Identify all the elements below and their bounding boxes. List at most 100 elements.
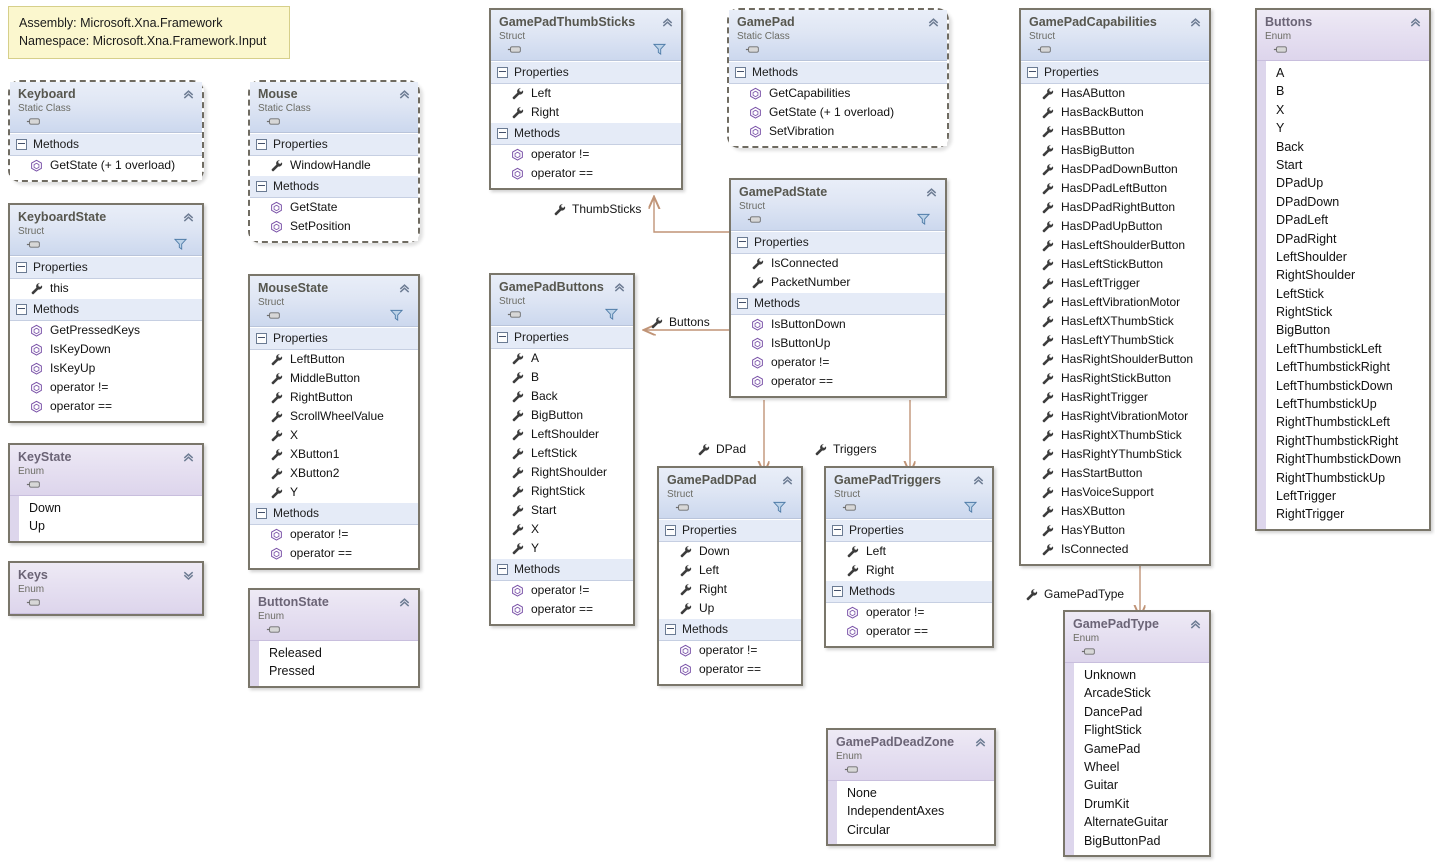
class-node-buttons[interactable]: Buttons Enum A B X Y Back Start DPadUp DPadDown DP… [1255,8,1431,531]
member-row[interactable]: operator == [250,544,418,563]
collapse-up-icon[interactable] [398,282,411,295]
member-row[interactable]: GetState [250,198,418,217]
collapse-up-icon[interactable] [182,451,195,464]
member-row[interactable]: this [10,279,202,298]
member-row[interactable]: Up [659,599,801,618]
member-row[interactable]: IsButtonDown [731,315,945,334]
group-header-methods[interactable]: Methods [250,175,418,198]
member-row[interactable]: RightButton [250,388,418,407]
member-row[interactable]: HasRightShoulderButton [1021,350,1209,369]
member-row[interactable]: A [491,349,633,368]
enum-value[interactable]: LeftShoulder [1266,248,1423,266]
collapse-box-icon[interactable] [665,524,676,536]
enum-value[interactable]: GamePad [1074,740,1203,758]
class-node-game-pad-thumb-sticks[interactable]: GamePadThumbSticks Struct Properties Left Ri… [489,8,683,190]
member-row[interactable]: HasRightVibrationMotor [1021,407,1209,426]
class-node-game-pad-state[interactable]: GamePadState Struct Properties IsConnected P… [729,178,947,398]
member-row[interactable]: operator == [826,622,992,641]
group-header-properties[interactable]: Properties [659,519,801,542]
class-node-mouse[interactable]: Mouse Static Class Properties WindowHandle M… [248,80,420,243]
collapse-up-icon[interactable] [925,186,938,199]
member-row[interactable]: HasStartButton [1021,464,1209,483]
member-row[interactable]: Back [491,387,633,406]
collapse-box-icon[interactable] [497,563,508,575]
class-node-keys[interactable]: Keys Enum [8,561,204,616]
collapse-box-icon[interactable] [256,332,267,344]
member-row[interactable]: HasDPadUpButton [1021,217,1209,236]
collapse-box-icon[interactable] [1027,66,1038,78]
member-row[interactable]: XButton2 [250,464,418,483]
member-row[interactable]: XButton1 [250,445,418,464]
enum-value[interactable]: LeftStick [1266,285,1423,303]
collapse-up-icon[interactable] [398,596,411,609]
member-row[interactable]: operator != [250,525,418,544]
member-row[interactable]: Left [826,542,992,561]
enum-value[interactable]: LeftThumbstickRight [1266,358,1423,376]
collapse-up-icon[interactable] [1189,618,1202,631]
member-row[interactable]: HasLeftShoulderButton [1021,236,1209,255]
enum-value[interactable]: Y [1266,119,1423,137]
enum-value[interactable]: Back [1266,138,1423,156]
collapse-box-icon[interactable] [832,524,843,536]
collapse-up-icon[interactable] [781,474,794,487]
member-row[interactable]: IsKeyDown [10,340,202,359]
member-row[interactable]: Y [250,483,418,502]
member-row[interactable]: MiddleButton [250,369,418,388]
group-header-methods[interactable]: Methods [250,502,418,525]
enum-value[interactable]: Circular [837,821,988,839]
member-row[interactable]: HasAButton [1021,84,1209,103]
collapse-up-icon[interactable] [182,211,195,224]
member-row[interactable]: Right [491,103,681,122]
enum-value[interactable]: Up [19,517,196,535]
member-row[interactable]: GetState (+ 1 overload) [10,156,202,175]
member-row[interactable]: operator != [491,145,681,164]
member-row[interactable]: IsConnected [731,254,945,273]
member-row[interactable]: Down [659,542,801,561]
collapse-box-icon[interactable] [497,331,508,343]
member-row[interactable]: SetVibration [729,122,947,141]
enum-value[interactable]: LeftTrigger [1266,487,1423,505]
enum-value[interactable]: RightShoulder [1266,266,1423,284]
class-node-keyboard[interactable]: Keyboard Static Class Methods GetState (+ 1… [8,80,204,182]
collapse-box-icon[interactable] [737,297,748,309]
collapse-up-icon[interactable] [1409,16,1422,29]
member-row[interactable]: LeftButton [250,350,418,369]
member-row[interactable]: operator != [10,378,202,397]
group-header-methods[interactable]: Methods [491,558,633,581]
member-row[interactable]: X [250,426,418,445]
member-row[interactable]: operator != [659,641,801,660]
member-row[interactable]: RightShoulder [491,463,633,482]
collapse-up-icon[interactable] [1189,16,1202,29]
member-row[interactable]: GetPressedKeys [10,321,202,340]
member-row[interactable]: Right [659,580,801,599]
member-row[interactable]: HasYButton [1021,521,1209,540]
enum-value[interactable]: DPadUp [1266,174,1423,192]
member-row[interactable]: PacketNumber [731,273,945,292]
enum-value[interactable]: DPadLeft [1266,211,1423,229]
class-node-game-pad-buttons[interactable]: GamePadButtons Struct Properties A B Back BigB… [489,273,635,626]
collapse-up-icon[interactable] [613,281,626,294]
enum-value[interactable]: DPadRight [1266,230,1423,248]
group-header-properties[interactable]: Properties [826,519,992,542]
group-header-properties[interactable]: Properties [250,133,418,156]
member-row[interactable]: WindowHandle [250,156,418,175]
member-row[interactable]: ScrollWheelValue [250,407,418,426]
collapse-box-icon[interactable] [256,180,267,192]
member-row[interactable]: HasLeftVibrationMotor [1021,293,1209,312]
member-row[interactable]: LeftStick [491,444,633,463]
enum-value[interactable]: RightStick [1266,303,1423,321]
member-row[interactable]: RightStick [491,482,633,501]
enum-value[interactable]: DancePad [1074,703,1203,721]
collapse-box-icon[interactable] [665,623,676,635]
enum-value[interactable]: ArcadeStick [1074,684,1203,702]
group-header-methods[interactable]: Methods [826,580,992,603]
collapse-box-icon[interactable] [16,261,27,273]
enum-value[interactable]: Wheel [1074,758,1203,776]
member-row[interactable]: LeftShoulder [491,425,633,444]
enum-value[interactable]: RightThumbstickRight [1266,432,1423,450]
group-header-properties[interactable]: Properties [1021,61,1209,84]
member-row[interactable]: HasXButton [1021,502,1209,521]
member-row[interactable]: operator == [659,660,801,679]
member-row[interactable]: HasLeftXThumbStick [1021,312,1209,331]
member-row[interactable]: B [491,368,633,387]
